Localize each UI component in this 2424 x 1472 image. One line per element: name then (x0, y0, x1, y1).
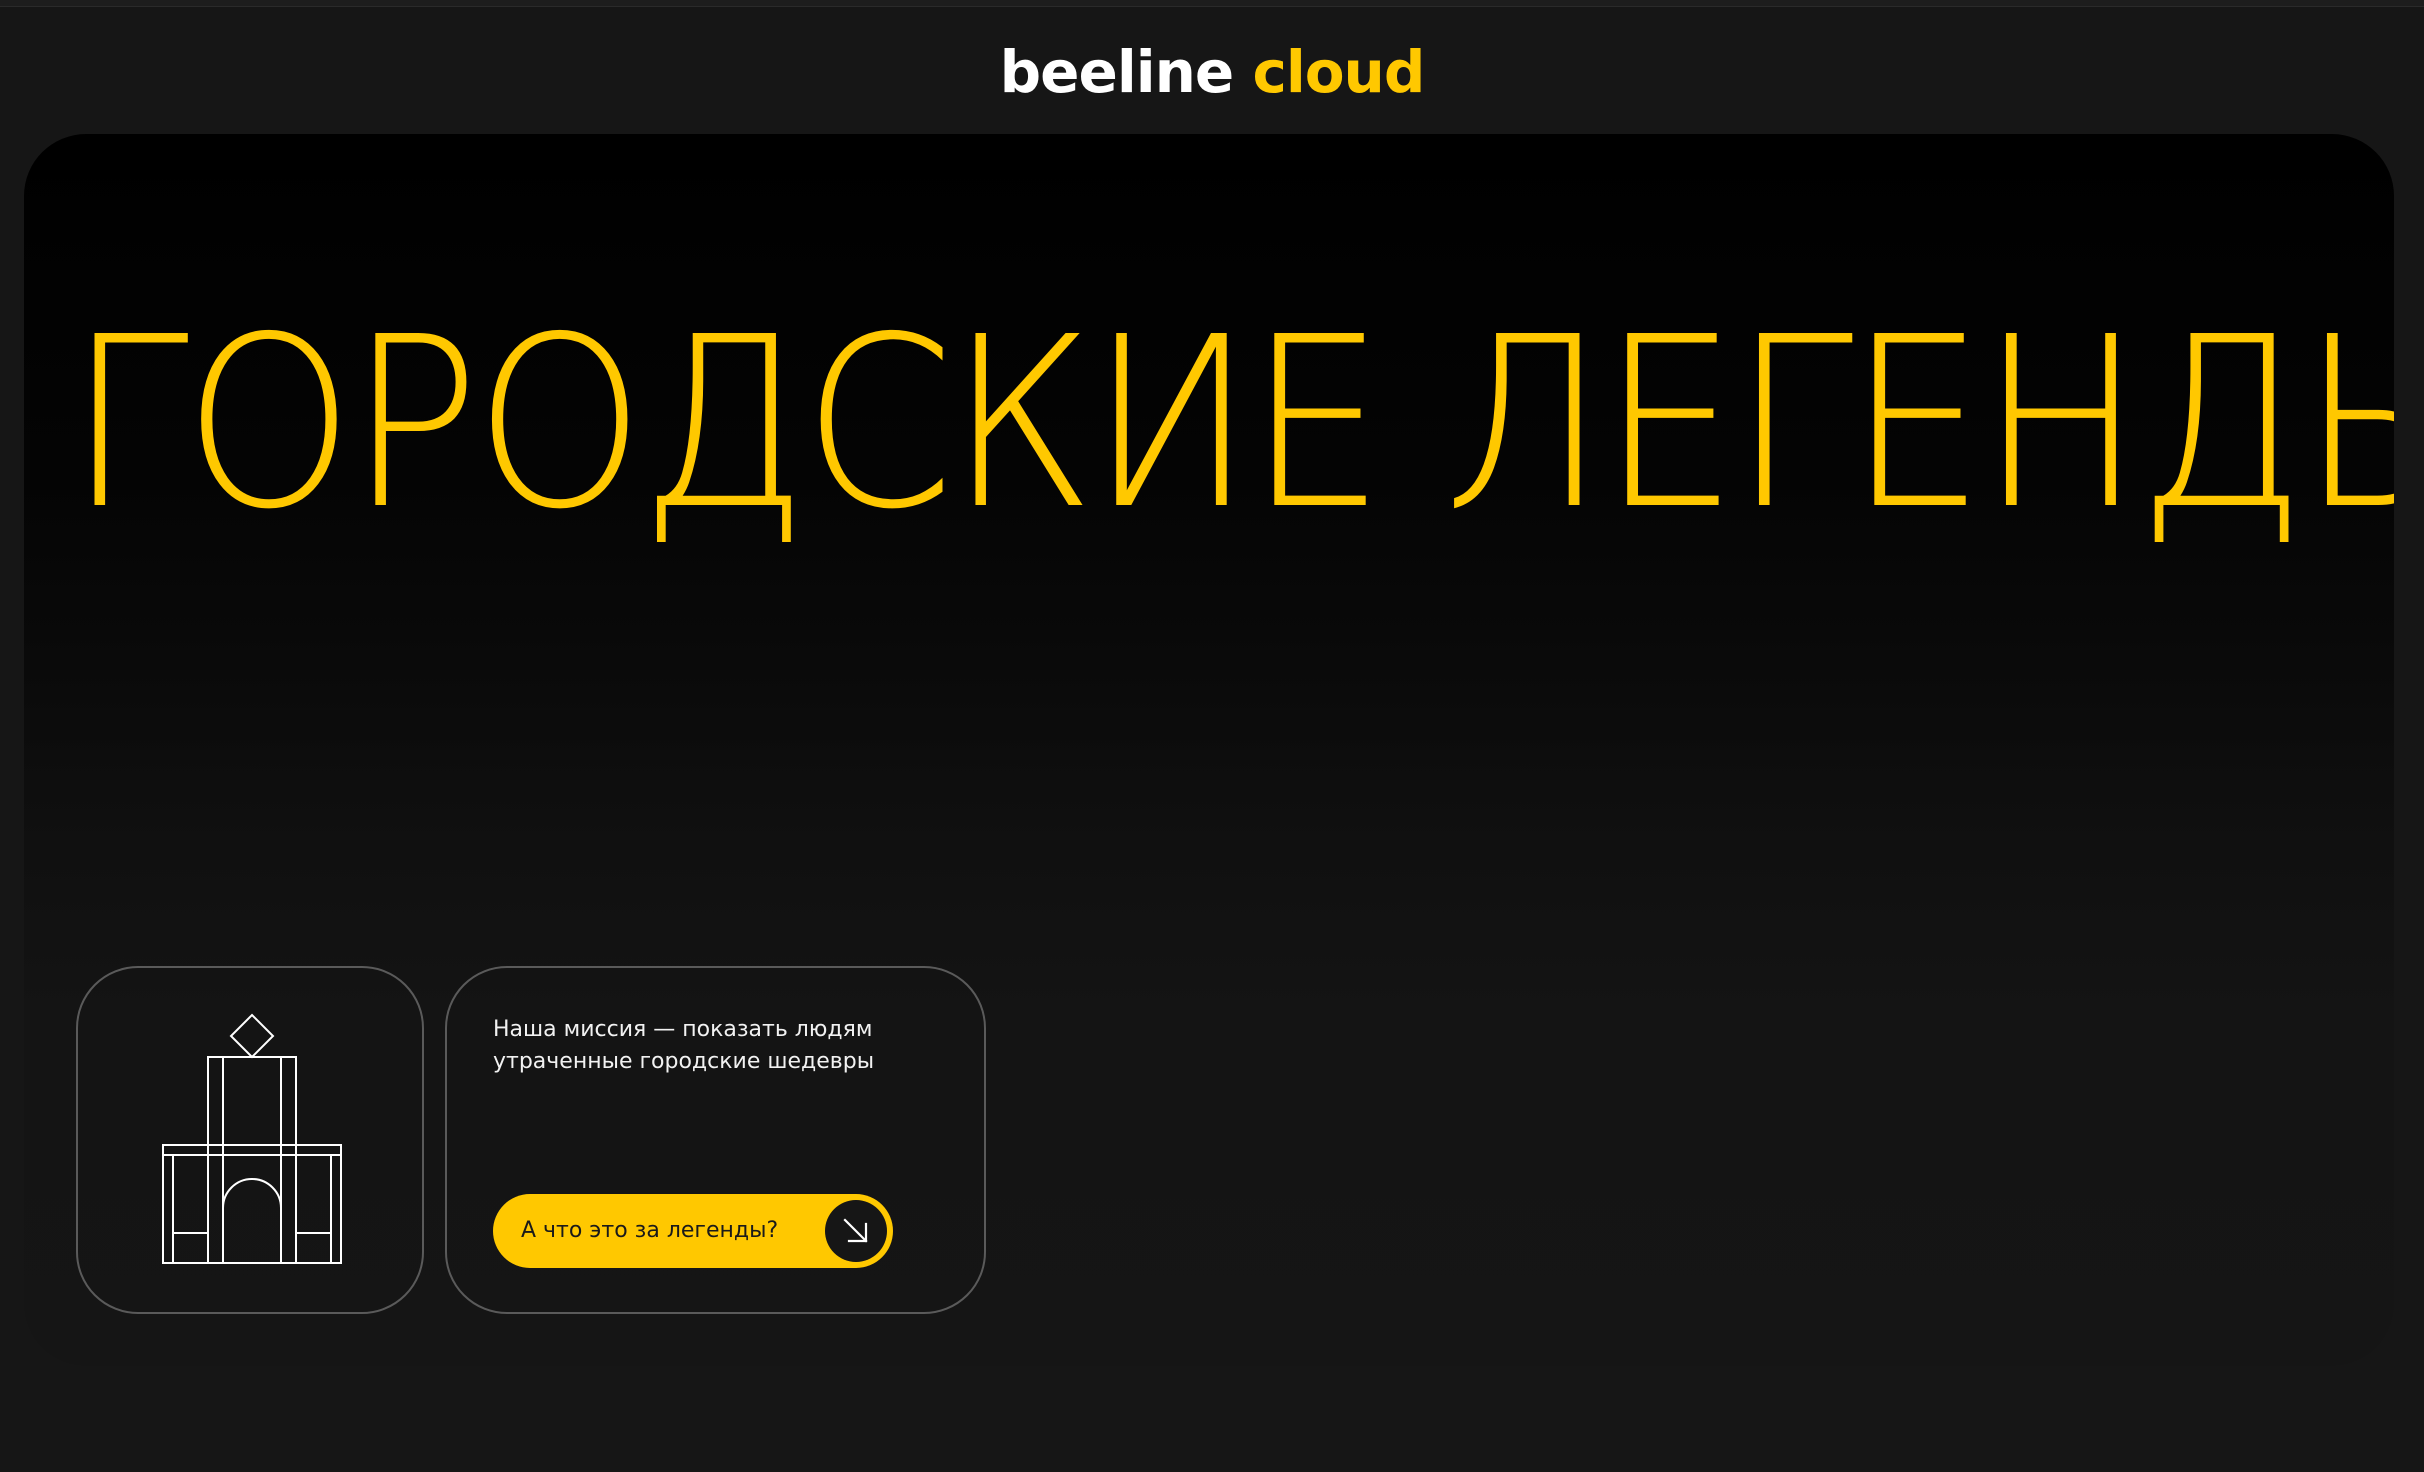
browser-top-strip (0, 0, 2424, 7)
triumphal-arch-icon (162, 1013, 342, 1264)
mission-text: Наша миссия — показать людям утраченные … (493, 1014, 953, 1078)
page: beeline cloud ГОРОДСКИЕ ЛЕГЕНДЫ Наша мис… (0, 0, 2424, 1472)
arrow-down-right-icon (825, 1200, 887, 1262)
what-are-legends-button[interactable]: А что это за легенды? (493, 1194, 893, 1268)
what-are-legends-button-label: А что это за легенды? (521, 1218, 779, 1243)
mission-card: Наша миссия — показать людям утраченные … (445, 966, 986, 1314)
illustration-card (76, 966, 424, 1314)
hero-title: ГОРОДСКИЕ ЛЕГЕНДЫ (68, 286, 2394, 561)
hero-section: ГОРОДСКИЕ ЛЕГЕНДЫ Наша миссия — показать… (24, 134, 2394, 1366)
brand-logo-word-cloud: cloud (1252, 38, 1425, 106)
brand-logo-word-beeline: beeline (999, 38, 1235, 106)
brand-logo[interactable]: beeline cloud (0, 34, 2424, 110)
mission-text-line-1: Наша миссия — показать людям (493, 1017, 873, 1042)
mission-text-line-2: утраченные городские шедевры (493, 1049, 875, 1074)
